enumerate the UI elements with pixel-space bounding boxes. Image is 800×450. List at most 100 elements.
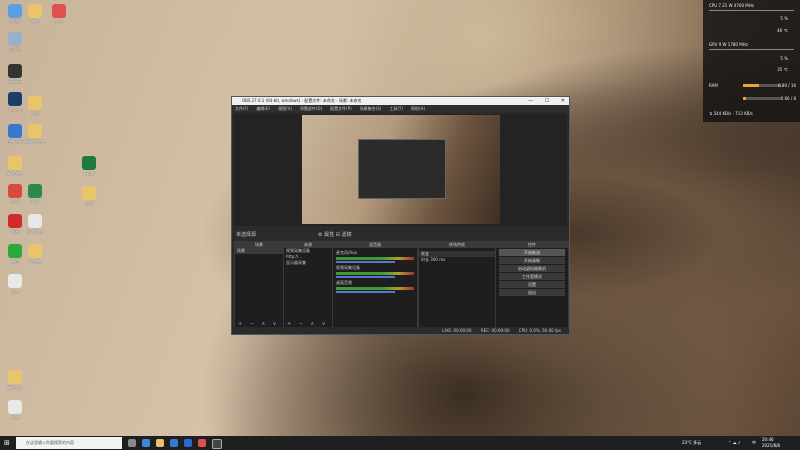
scene-item[interactable]: 场景 <box>235 248 283 254</box>
desktop-icon-image <box>8 370 22 384</box>
cpu-percent: 5 % <box>780 16 788 21</box>
gpu-temperature: 35 ℃ <box>777 67 788 72</box>
cpu-status: CPU: 0.0%, 60.00 fps <box>518 328 561 333</box>
menu-item[interactable]: 编辑(E) <box>256 106 270 111</box>
desktop-icon-image <box>8 244 22 258</box>
ram-bar <box>743 84 781 87</box>
menu-item[interactable]: 场景集合(S) <box>360 106 382 111</box>
taskbar-search-input[interactable]: 在这里输入你要搜索的内容 <box>16 437 122 449</box>
source-item-2[interactable]: 显示器采集 <box>284 260 332 266</box>
store-icon[interactable] <box>170 439 178 447</box>
task-view-icon[interactable] <box>128 439 136 447</box>
volume-slider[interactable] <box>336 291 395 293</box>
file-explorer-icon[interactable] <box>156 439 164 447</box>
windows-start-icon[interactable]: ⊞ <box>4 439 12 447</box>
maximize-button[interactable]: ☐ <box>545 98 549 104</box>
desktop-icon-label: 软件 <box>55 19 63 24</box>
mail-icon[interactable] <box>184 439 192 447</box>
desktop-icon[interactable]: 文件 <box>22 4 48 24</box>
menu-item[interactable]: 停靠部件(D) <box>300 106 322 111</box>
desktop-icon-label: 设置 <box>11 289 19 294</box>
start-recording-button[interactable]: 开始录制 <box>499 257 565 264</box>
controls-header: 控件 <box>496 242 568 248</box>
desktop-icon-label: 文档 <box>31 111 39 116</box>
source-selection-label: 未选择源 <box>236 232 257 238</box>
desktop-icon[interactable]: 软件 <box>46 4 72 24</box>
desktop-icon[interactable]: 回收站 <box>2 32 28 52</box>
desktop-icon[interactable]: 表格 <box>22 184 48 204</box>
obs-taskbar-icon[interactable] <box>212 439 222 449</box>
desktop-icon-label: 日常文件 <box>27 229 43 234</box>
preview-canvas <box>302 115 500 224</box>
cpu-temperature: 46 ℃ <box>777 28 788 33</box>
window-title: OBS 27.0.1 (64-bit, windows) - 配置文件: 未命名… <box>242 98 362 103</box>
desktop-icon-image <box>8 92 22 106</box>
desktop-icon-label: 文本 <box>11 415 19 420</box>
desktop-icon-image <box>28 184 42 198</box>
desktop-icon[interactable]: 文档 <box>22 96 48 116</box>
desktop-icon-label: 新建文本 <box>7 385 23 390</box>
desktop-icon[interactable]: 新建文件夹 <box>22 124 48 144</box>
desktop-icon-image <box>8 400 22 414</box>
settings-button[interactable]: 设置 <box>499 281 565 288</box>
vram-value: 0.66 / 8 <box>780 96 796 101</box>
input-language[interactable]: 中 <box>752 436 756 450</box>
desktop-icon[interactable]: 设置 <box>2 274 28 294</box>
desktop-icon-image <box>28 244 42 258</box>
transition-duration[interactable]: 时长 300 ms <box>419 257 495 263</box>
volume-meter <box>336 272 414 275</box>
desktop-icon[interactable]: 新建文件 <box>2 156 28 176</box>
desktop-icon-label: 网易云 <box>9 79 21 84</box>
hardware-monitor-widget: CPU 7.21 W 4700 MHz 5 % 46 ℃ GPU 9 W 178… <box>703 0 800 122</box>
net-speed: ⇅ 544 KB/s · 713 KB/s <box>709 111 753 116</box>
obs-preview[interactable] <box>234 114 567 226</box>
properties-filters-buttons[interactable]: ⚙ 属性 ⊟ 滤镜 <box>318 231 351 238</box>
desktop-icon[interactable]: 小说 <box>76 186 102 206</box>
tray-icons[interactable]: ⌃ ☁ ♪ <box>728 436 740 450</box>
transitions-header: 转场特效 <box>419 242 495 248</box>
desktop-icon-image <box>52 4 66 18</box>
desktop-icon-label: 小说 <box>85 201 93 206</box>
menu-item[interactable]: 帮助(H) <box>411 106 425 111</box>
desktop-icon[interactable]: Excel <box>76 156 102 176</box>
desktop-icon-image <box>8 274 22 288</box>
desktop-icon[interactable]: 网易云 <box>2 64 28 84</box>
desktop-icon[interactable]: 文件夹 <box>22 244 48 264</box>
obs-titlebar[interactable]: OBS 27.0.1 (64-bit, windows) - 配置文件: 未命名… <box>232 97 569 105</box>
volume-slider[interactable] <box>336 261 395 263</box>
desktop-icon[interactable]: 新建文本 <box>2 370 28 390</box>
rec-status: REC: 00:00:00 <box>480 328 510 333</box>
desktop-icon[interactable]: 文本 <box>2 400 28 420</box>
desktop-icon-label: 文件夹 <box>29 259 41 264</box>
weather-widget[interactable]: 23°C 多云 <box>682 436 701 450</box>
desktop-icon-image <box>8 184 22 198</box>
ram-label: RAM <box>709 83 718 88</box>
desktop-icon-image <box>82 156 96 170</box>
obs-window[interactable]: OBS 27.0.1 (64-bit, windows) - 配置文件: 未命名… <box>231 96 570 335</box>
obs-menubar: 文件(F) 编辑(E) 视图(V) 停靠部件(D) 配置文件(P) 场景集合(S) 工具(T… <box>232 105 569 112</box>
desktop-icon-image <box>8 124 22 138</box>
desktop-icon[interactable]: 日常文件 <box>22 214 48 234</box>
app-icon[interactable] <box>198 439 206 447</box>
mixer-channel: 麦克风/Aux <box>336 250 414 263</box>
start-streaming-button[interactable]: 开始推流 <box>499 249 565 256</box>
desktop-icon-image <box>28 124 42 138</box>
clock[interactable]: 20:46 2021/8/8 <box>762 437 780 449</box>
exit-button[interactable]: 退出 <box>499 289 565 296</box>
mixer-channel: 视频采集设备 <box>336 265 414 278</box>
close-button[interactable]: ✕ <box>561 98 565 104</box>
menu-item[interactable]: 配置文件(P) <box>330 106 352 111</box>
desktop-icon-label: Excel <box>83 171 95 176</box>
nested-obs-preview <box>358 139 446 199</box>
start-virtual-camera-button[interactable]: 启动虚拟摄像机 <box>499 265 565 272</box>
live-status: LIVE: 00:00:00 <box>442 328 472 333</box>
menu-item[interactable]: 文件(F) <box>235 106 248 111</box>
volume-slider[interactable] <box>336 276 395 278</box>
studio-mode-button[interactable]: 工作室模式 <box>499 273 565 280</box>
volume-meter <box>336 257 414 260</box>
menu-item[interactable]: 工具(T) <box>389 106 403 111</box>
minimize-button[interactable]: — <box>528 98 533 104</box>
menu-item[interactable]: 视图(V) <box>278 106 292 111</box>
edge-icon[interactable] <box>142 439 150 447</box>
desktop-icon-image <box>82 186 96 200</box>
